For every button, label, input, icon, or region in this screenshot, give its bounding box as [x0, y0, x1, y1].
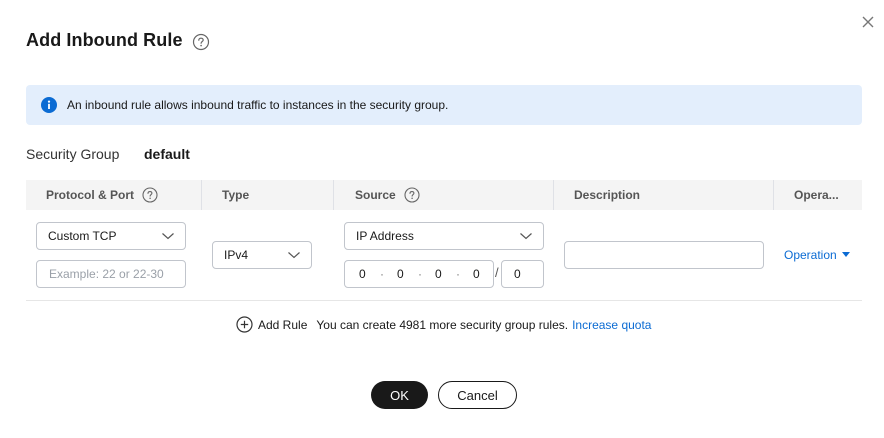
- cidr-slash: /: [495, 265, 499, 280]
- quota-text: You can create 4981 more security group …: [316, 317, 569, 332]
- type-select[interactable]: IPv4: [212, 241, 312, 269]
- add-rule-button[interactable]: Add Rule: [236, 316, 307, 333]
- add-rule-label: Add Rule: [258, 317, 308, 332]
- banner-text: An inbound rule allows inbound traffic t…: [67, 98, 449, 112]
- help-circle-icon[interactable]: [192, 33, 210, 51]
- cidr-mask-input[interactable]: 0: [501, 260, 544, 288]
- info-icon: [41, 97, 57, 113]
- cidr-mask-value: 0: [514, 267, 521, 281]
- header-protocol-port-label: Protocol & Port: [46, 188, 135, 202]
- row-divider: [26, 300, 862, 301]
- help-circle-icon[interactable]: [142, 187, 158, 203]
- header-source-label: Source: [355, 188, 396, 202]
- ip-octet-1[interactable]: 0: [359, 267, 366, 281]
- column-divider: [201, 180, 202, 210]
- chevron-down-icon: [162, 233, 174, 240]
- operation-label: Operation: [784, 248, 837, 262]
- port-input[interactable]: Example: 22 or 22-30: [36, 260, 186, 288]
- ip-dot: ·: [418, 267, 422, 281]
- dialog-title: Add Inbound Rule: [26, 30, 183, 50]
- caret-down-icon: [841, 252, 850, 257]
- header-protocol-port: Protocol & Port: [46, 180, 158, 210]
- chevron-down-icon: [288, 252, 300, 259]
- ip-dot: ·: [456, 267, 460, 281]
- increase-quota-link[interactable]: Increase quota: [572, 318, 651, 332]
- close-icon: [862, 16, 874, 28]
- ip-octet-4[interactable]: 0: [473, 267, 480, 281]
- cancel-button[interactable]: Cancel: [438, 381, 517, 409]
- column-divider: [553, 180, 554, 210]
- rules-table-header: Protocol & Port Type Source Description …: [26, 180, 862, 210]
- ok-button[interactable]: OK: [371, 381, 428, 409]
- add-rule-row: Add Rule You can create 4981 more securi…: [236, 316, 651, 333]
- column-divider: [773, 180, 774, 210]
- protocol-select[interactable]: Custom TCP: [36, 222, 186, 250]
- description-input[interactable]: [564, 241, 764, 269]
- source-type-select[interactable]: IP Address: [344, 222, 544, 250]
- ip-dot: ·: [380, 267, 384, 281]
- column-divider: [333, 180, 334, 210]
- ip-octet-3[interactable]: 0: [435, 267, 442, 281]
- operation-dropdown[interactable]: Operation: [784, 248, 850, 262]
- security-group-value: default: [144, 146, 190, 162]
- header-operation: Opera...: [794, 188, 839, 202]
- header-type: Type: [222, 188, 250, 202]
- security-group-label: Security Group: [26, 146, 120, 162]
- header-source: Source: [355, 180, 420, 210]
- header-description: Description: [574, 188, 641, 202]
- protocol-select-value: Custom TCP: [48, 229, 117, 243]
- close-button[interactable]: [858, 12, 878, 32]
- plus-circle-icon: [236, 316, 253, 333]
- type-select-value: IPv4: [224, 248, 249, 262]
- help-circle-icon[interactable]: [404, 187, 420, 203]
- port-input-placeholder: Example: 22 or 22-30: [49, 267, 164, 281]
- info-banner: An inbound rule allows inbound traffic t…: [26, 85, 862, 125]
- chevron-down-icon: [520, 233, 532, 240]
- ip-address-input[interactable]: 0 · 0 · 0 · 0: [344, 260, 494, 288]
- source-type-select-value: IP Address: [356, 229, 414, 243]
- ip-octet-2[interactable]: 0: [397, 267, 404, 281]
